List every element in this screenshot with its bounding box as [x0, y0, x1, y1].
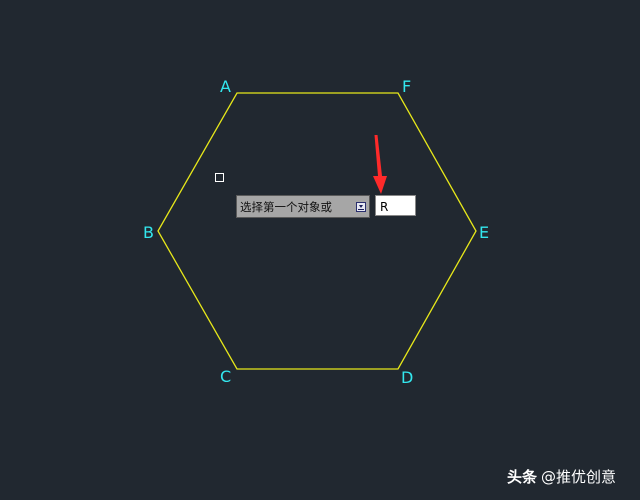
watermark: 头条 @推优创意 — [507, 466, 616, 487]
vertex-label-b: B — [143, 223, 154, 242]
pickbox-cursor-icon — [215, 173, 224, 182]
red-arrow-icon — [373, 135, 387, 194]
vertex-label-e: E — [479, 223, 490, 242]
vertex-label-a: A — [220, 77, 231, 96]
watermark-handle: @推优创意 — [541, 468, 617, 486]
watermark-brand: 头条 — [507, 468, 538, 486]
vertex-label-c: C — [220, 367, 232, 386]
command-prompt-text: 选择第一个对象或 — [240, 199, 332, 214]
hexagon-shape[interactable] — [157, 92, 477, 370]
dropdown-arrow-icon[interactable] — [356, 202, 366, 212]
vertex-label-d: D — [401, 368, 414, 387]
drawing-canvas[interactable] — [0, 0, 640, 500]
command-prompt-tooltip: 选择第一个对象或 — [236, 195, 370, 218]
command-input-field[interactable] — [375, 195, 416, 216]
vertex-label-f: F — [402, 77, 412, 96]
